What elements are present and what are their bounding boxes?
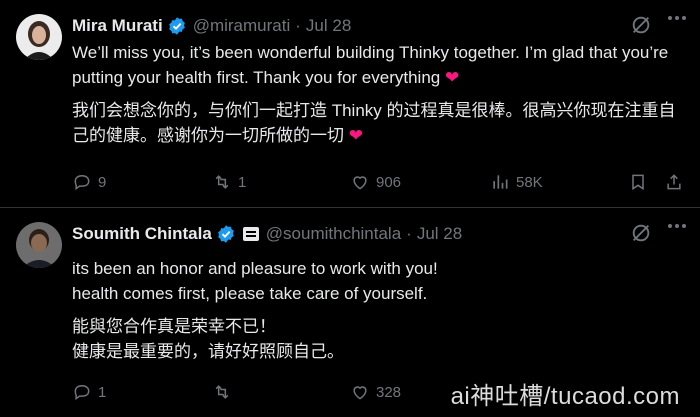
author-handle[interactable]: @miramurati xyxy=(193,16,291,36)
tweet-text-chinese: 我们会想念你的，与你们一起打造 Thinky 的过程真是很棒。很高兴你现在注重自… xyxy=(72,101,676,145)
views-button[interactable]: 58K xyxy=(490,172,543,192)
repost-icon xyxy=(215,385,229,399)
share-button[interactable] xyxy=(664,172,684,192)
bookmark-button[interactable] xyxy=(628,172,648,192)
tweet-text-english: its been an honor and pleasure to work w… xyxy=(72,259,438,303)
id-card-icon xyxy=(242,225,260,243)
verified-badge-icon xyxy=(167,16,187,36)
separator-dot: · xyxy=(406,224,412,243)
heart-emoji-icon: ❤ xyxy=(444,68,460,87)
separator-dot: · xyxy=(295,16,301,35)
avatar[interactable] xyxy=(16,14,62,60)
grok-icon[interactable] xyxy=(630,222,652,244)
repost-button[interactable] xyxy=(212,382,238,402)
like-button[interactable]: 328 xyxy=(350,382,401,402)
more-icon[interactable] xyxy=(668,16,686,20)
watermark: ai神吐槽/tucaod.com xyxy=(450,383,680,410)
share-icon xyxy=(667,174,681,190)
like-button[interactable]: 906 xyxy=(350,172,401,192)
verified-badge-icon xyxy=(216,224,236,244)
reply-count: 9 xyxy=(98,173,107,191)
views-count: 58K xyxy=(516,173,543,191)
reply-button[interactable]: 9 xyxy=(72,172,106,192)
post-date[interactable]: Jul 28 xyxy=(417,224,462,244)
heart-emoji-icon: ❤ xyxy=(348,126,363,145)
author-handle[interactable]: @soumithchintala xyxy=(266,224,401,244)
author-name[interactable]: Soumith Chintala xyxy=(72,224,212,244)
bookmark-icon xyxy=(632,174,644,191)
reply-icon xyxy=(74,174,90,191)
reply-icon xyxy=(74,384,90,401)
repost-count: 1 xyxy=(238,173,247,191)
views-icon xyxy=(493,175,508,189)
reply-button[interactable]: 1 xyxy=(72,382,106,402)
more-icon[interactable] xyxy=(668,224,686,228)
tweet-mira[interactable]: Mira Murati @miramurati · Jul 28 We’ll m… xyxy=(0,0,700,208)
tweet-text-chinese: 能與您合作真是荣幸不已！ 健康是最重要的，请好好照顾自己。 xyxy=(72,317,344,361)
reply-count: 1 xyxy=(98,383,107,401)
like-count: 328 xyxy=(376,383,402,401)
post-date[interactable]: Jul 28 xyxy=(306,16,351,36)
grok-icon[interactable] xyxy=(630,14,652,36)
tweet-actions: 9 1 906 58K xyxy=(72,170,681,194)
author-name[interactable]: Mira Murati xyxy=(72,16,163,36)
repost-button[interactable]: 1 xyxy=(212,172,246,192)
like-icon xyxy=(353,176,367,190)
avatar[interactable] xyxy=(16,222,62,268)
like-count: 906 xyxy=(376,173,402,191)
tweet-text-english: We’ll miss you, it’s been wonderful buil… xyxy=(72,43,669,87)
repost-icon xyxy=(215,175,229,189)
like-icon xyxy=(353,386,367,400)
